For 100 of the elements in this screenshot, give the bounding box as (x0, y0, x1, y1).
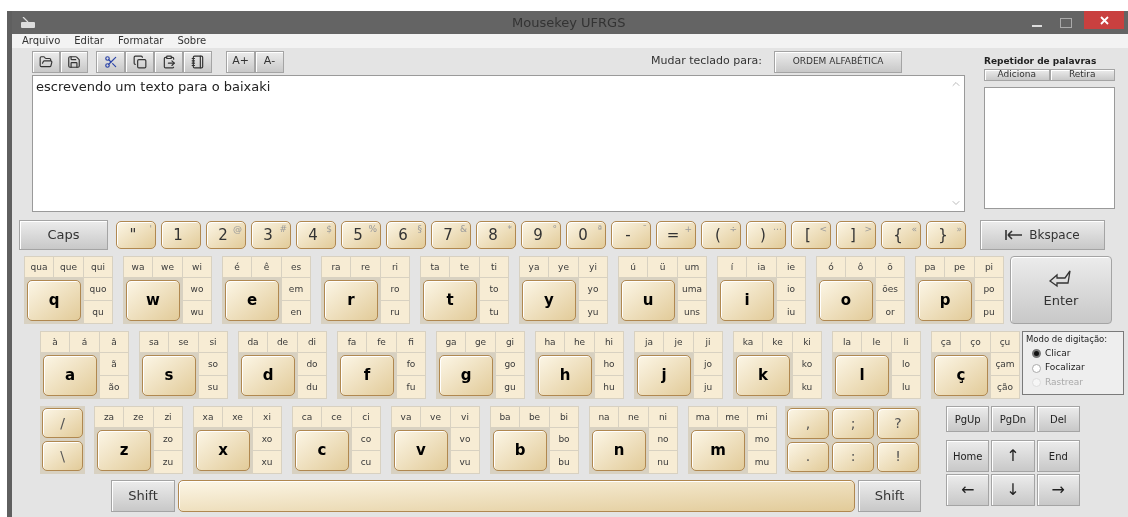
syllable-key[interactable]: quo (84, 278, 112, 300)
letter-key[interactable]: s (142, 355, 196, 396)
syllable-key[interactable]: to (480, 278, 508, 300)
syllable-key[interactable]: ça (932, 332, 960, 352)
shift-key[interactable]: Shift (111, 480, 175, 512)
number-key[interactable]: 8 * (476, 221, 516, 249)
radio-button[interactable] (1032, 363, 1041, 373)
syllable-key[interactable]: yo (579, 278, 607, 300)
syllable-key[interactable]: lu (892, 376, 920, 398)
syllable-key[interactable]: ga (437, 332, 465, 352)
syllable-key[interactable]: du (298, 376, 326, 398)
syllable-key[interactable]: wu (183, 301, 211, 323)
syllable-key[interactable]: ko (793, 353, 821, 375)
syllable-key[interactable]: fi (397, 332, 425, 352)
syllable-key[interactable]: lo (892, 353, 920, 375)
repeater-button[interactable]: Adiciona (984, 68, 1050, 81)
letter-key[interactable]: ç (934, 355, 988, 396)
syllable-key[interactable]: ru (381, 301, 409, 323)
syllable-key[interactable]: me (718, 407, 747, 427)
syllable-key[interactable]: ú (619, 257, 647, 277)
folder-button[interactable] (32, 50, 60, 73)
menu-item[interactable]: Arquivo (22, 36, 61, 46)
syllable-key[interactable]: li (892, 332, 920, 352)
syllable-key[interactable]: ra (322, 257, 350, 277)
number-key[interactable]: 6 § (386, 221, 426, 249)
number-key[interactable]: ( ÷ (701, 221, 741, 249)
syllable-key[interactable]: en (282, 301, 310, 323)
navigation-key[interactable]: ↑ (991, 440, 1035, 472)
letter-key[interactable]: r (324, 280, 378, 321)
syllable-key[interactable]: ku (793, 376, 821, 398)
syllable-key[interactable]: uma (678, 278, 706, 300)
syllable-key[interactable]: ões (876, 278, 904, 300)
syllable-key[interactable]: bi (550, 407, 578, 427)
backspace-key[interactable]: Bkspace (980, 220, 1105, 250)
navigation-key[interactable]: Del (1036, 406, 1080, 432)
syllable-key[interactable]: zo (154, 428, 182, 450)
number-key[interactable]: 0 ª (566, 221, 606, 249)
syllable-key[interactable]: si (199, 332, 227, 352)
syllable-key[interactable]: ye (549, 257, 578, 277)
floppy-disk-button[interactable] (60, 50, 88, 73)
syllable-key[interactable]: so (199, 353, 227, 375)
syllable-key[interactable]: ã (100, 353, 128, 375)
letter-key[interactable]: k (736, 355, 790, 396)
syllable-key[interactable]: te (450, 257, 479, 277)
symbol-key[interactable]: \ (42, 441, 83, 471)
font-size-button[interactable]: A+ (226, 50, 255, 73)
syllable-key[interactable]: mo (748, 428, 776, 450)
syllable-key[interactable]: qu (84, 301, 112, 323)
syllable-key[interactable]: pu (975, 301, 1003, 323)
word-list[interactable] (984, 86, 1115, 209)
maximize-icon[interactable] (1060, 17, 1072, 28)
syllable-key[interactable]: va (392, 407, 420, 427)
syllable-key[interactable]: ke (763, 332, 792, 352)
letter-key[interactable]: m (691, 430, 745, 471)
menu-item[interactable]: Editar (74, 36, 104, 46)
syllable-key[interactable]: ki (793, 332, 821, 352)
caps-key[interactable]: Caps (19, 220, 108, 250)
symbol-key[interactable]: : (832, 441, 874, 472)
syllable-key[interactable]: ze (124, 407, 153, 427)
number-key[interactable]: ) ⋯ (746, 221, 786, 249)
syllable-key[interactable]: gi (496, 332, 524, 352)
paste-button[interactable] (154, 50, 183, 73)
number-key[interactable]: { « (881, 221, 921, 249)
syllable-key[interactable]: que (54, 257, 83, 277)
syllable-key[interactable]: su (199, 376, 227, 398)
letter-key[interactable]: f (340, 355, 394, 396)
scissors-button[interactable] (96, 50, 125, 73)
letter-key[interactable]: e (225, 280, 279, 321)
syllable-key[interactable]: çam (991, 353, 1019, 375)
letter-key[interactable]: j (637, 355, 691, 396)
syllable-key[interactable]: xu (253, 451, 281, 473)
letter-key[interactable]: y (522, 280, 576, 321)
syllable-key[interactable]: ca (293, 407, 321, 427)
syllable-key[interactable]: iu (777, 301, 805, 323)
syllable-key[interactable]: í (718, 257, 746, 277)
letter-key[interactable]: u (621, 280, 675, 321)
syllable-key[interactable]: fe (367, 332, 396, 352)
syllable-key[interactable]: mi (748, 407, 776, 427)
syllable-key[interactable]: ta (421, 257, 449, 277)
navigation-key[interactable]: ← (946, 474, 990, 506)
syllable-key[interactable]: um (678, 257, 706, 277)
letter-key[interactable]: a (43, 355, 97, 396)
syllable-key[interactable]: pa (916, 257, 944, 277)
syllable-key[interactable]: sa (140, 332, 168, 352)
syllable-key[interactable]: we (153, 257, 182, 277)
syllable-key[interactable]: jo (694, 353, 722, 375)
syllable-key[interactable]: ia (747, 257, 776, 277)
letter-key[interactable]: v (394, 430, 448, 471)
syllable-key[interactable]: à (41, 332, 69, 352)
syllable-key[interactable]: qua (25, 257, 53, 277)
syllable-key[interactable]: or (876, 301, 904, 323)
space-bar[interactable] (178, 480, 855, 512)
syllable-key[interactable]: hu (595, 376, 623, 398)
syllable-key[interactable]: gu (496, 376, 524, 398)
syllable-key[interactable]: ha (536, 332, 564, 352)
symbol-key[interactable]: . (787, 441, 829, 472)
syllable-key[interactable]: ve (421, 407, 450, 427)
syllable-key[interactable]: ni (649, 407, 677, 427)
syllable-key[interactable]: zi (154, 407, 182, 427)
syllable-key[interactable]: ge (466, 332, 495, 352)
